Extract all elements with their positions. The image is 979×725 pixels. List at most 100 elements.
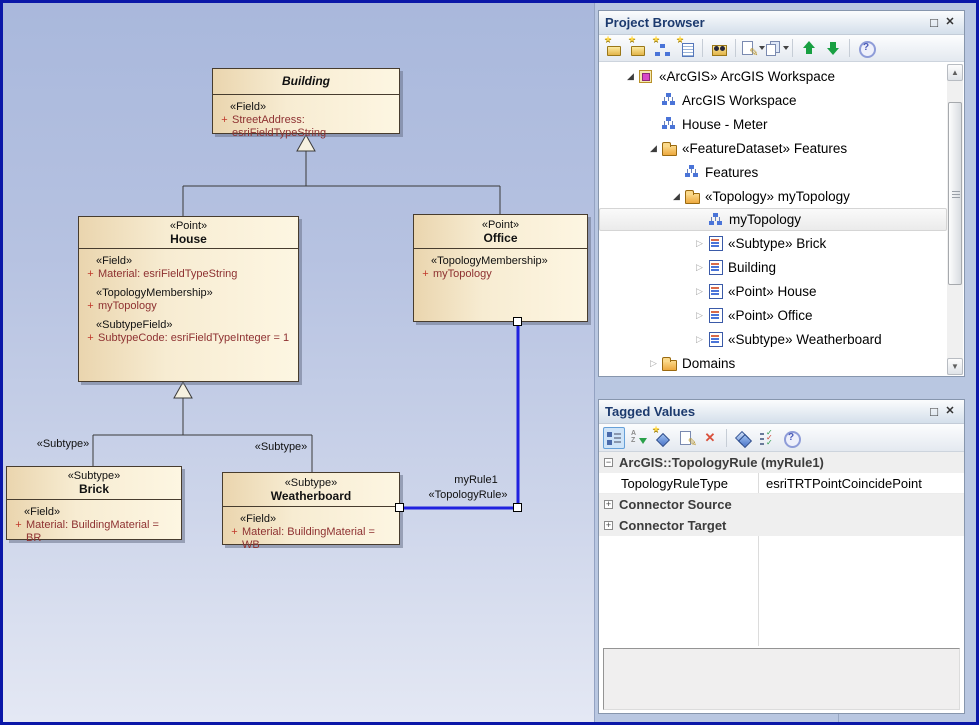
sort-az-icon	[630, 430, 646, 446]
project-tree: ◢«ArcGIS» ArcGIS WorkspaceArcGIS Workspa…	[599, 64, 947, 375]
collapsed-arrow-icon[interactable]: ▷	[692, 310, 707, 321]
tag-value[interactable]: esriTRTPointCoincidePoint	[758, 473, 964, 493]
edit-tag-button[interactable]	[675, 427, 697, 449]
close-icon[interactable]	[942, 404, 958, 420]
tag-group-arcgis-topologyrule-myrule1[interactable]: −ArcGIS::TopologyRule (myRule1)	[599, 452, 964, 473]
tree-item-arcgis-arcgis-workspace[interactable]: ◢«ArcGIS» ArcGIS Workspace	[599, 64, 947, 88]
expand-box-icon[interactable]: +	[604, 521, 613, 530]
folder-icon	[661, 140, 678, 156]
new-tag-icon	[654, 430, 670, 446]
tree-item-label: «FeatureDataset» Features	[678, 141, 847, 156]
tree-view-button[interactable]	[603, 427, 625, 449]
collapsed-arrow-icon[interactable]: ▷	[692, 334, 707, 345]
tree-item-house-meter[interactable]: House - Meter	[599, 112, 947, 136]
find-in-browser-button[interactable]	[708, 37, 730, 59]
class-box-brick[interactable]: «Subtype»Brick«Field»+Material: Building…	[6, 466, 182, 540]
class-box-weatherboard[interactable]: «Subtype»Weatherboard«Field»+Material: B…	[222, 472, 400, 545]
tree-item-point-office[interactable]: ▷«Point» Office	[599, 303, 947, 327]
tree-scrollbar[interactable]: ▲ ▼	[947, 64, 963, 375]
tags-button[interactable]	[732, 427, 754, 449]
class-icon	[707, 283, 724, 299]
tree-item-features[interactable]: Features	[599, 160, 947, 184]
copy-documents-button[interactable]	[765, 37, 787, 59]
connector-bend-handle[interactable]	[513, 503, 522, 512]
attribute-text: Material: BuildingMaterial = BR	[26, 519, 177, 545]
class-title: Building	[213, 69, 399, 95]
tree-item-label: Features	[701, 165, 758, 180]
new-package-icon	[630, 40, 646, 56]
new-model-button[interactable]	[603, 37, 625, 59]
class-stereotype: «Point»	[170, 220, 207, 233]
expanded-arrow-icon[interactable]: ◢	[646, 143, 661, 154]
visibility-marker: +	[217, 114, 232, 140]
class-box-office[interactable]: «Point»Office«TopologyMembership»+myTopo…	[413, 214, 588, 322]
attribute-line: +myTopology	[83, 300, 294, 313]
visibility-marker: +	[83, 332, 98, 345]
tree-item-domains[interactable]: ▷Domains	[599, 351, 947, 375]
collapsed-arrow-icon[interactable]: ▷	[692, 238, 707, 249]
collapsed-arrow-icon[interactable]: ▷	[692, 286, 707, 297]
checklist-button[interactable]	[756, 427, 778, 449]
attribute-group: «SubtypeField»+SubtypeCode: esriFieldTyp…	[83, 319, 294, 345]
tree-item-mytopology[interactable]: myTopology	[599, 208, 947, 231]
tree-item-subtype-weatherboard[interactable]: ▷«Subtype» Weatherboard	[599, 327, 947, 351]
tag-row-topologyruletype[interactable]: TopologyRuleTypeesriTRTPointCoincidePoin…	[599, 473, 964, 494]
toolbar-separator	[849, 39, 850, 57]
visibility-marker: +	[83, 300, 98, 313]
tree-item-building[interactable]: ▷Building	[599, 255, 947, 279]
tree-item-point-house[interactable]: ▷«Point» House	[599, 279, 947, 303]
tag-group-connector-source[interactable]: +Connector Source	[599, 494, 964, 515]
connector-label-myrule1: myRule1	[454, 474, 497, 486]
new-diagram-button[interactable]	[651, 37, 673, 59]
attribute-stereotype: «Field»	[83, 255, 294, 268]
attribute-group: «Field»+Material: esriFieldTypeString	[83, 255, 294, 281]
tag-notes-box[interactable]	[603, 648, 960, 710]
move-up-button[interactable]	[798, 37, 820, 59]
attribute-stereotype: «Field»	[227, 513, 395, 526]
sort-az-button[interactable]	[627, 427, 649, 449]
class-name: Office	[483, 232, 517, 245]
maximize-icon[interactable]	[926, 15, 942, 31]
attribute-text: myTopology	[433, 268, 492, 281]
collapse-box-icon[interactable]: −	[604, 458, 613, 467]
scroll-up-button[interactable]: ▲	[947, 64, 963, 81]
expanded-arrow-icon[interactable]: ◢	[669, 191, 684, 202]
tree-item-arcgis-workspace[interactable]: ArcGIS Workspace	[599, 88, 947, 112]
attribute-stereotype: «Field»	[217, 101, 395, 114]
application-window: Building«Field»+StreetAddress: esriField…	[0, 0, 979, 725]
new-element-icon	[678, 40, 694, 56]
toolbar-separator	[792, 39, 793, 57]
maximize-icon[interactable]	[926, 404, 942, 420]
close-icon[interactable]	[942, 15, 958, 31]
collapsed-arrow-icon[interactable]: ▷	[692, 262, 707, 273]
new-tag-button[interactable]	[651, 427, 673, 449]
panel-title: Tagged Values	[605, 404, 926, 419]
connector-endpoint-handle[interactable]	[395, 503, 404, 512]
delete-tag-button[interactable]	[699, 427, 721, 449]
class-stereotype: «Point»	[482, 219, 519, 232]
help-button[interactable]	[780, 427, 802, 449]
scrollbar-thumb[interactable]	[948, 102, 962, 285]
dropdown-caret-icon[interactable]	[783, 46, 789, 50]
connector-endpoint-handle[interactable]	[513, 317, 522, 326]
class-box-building[interactable]: Building«Field»+StreetAddress: esriField…	[212, 68, 400, 134]
diagram-icon	[708, 212, 725, 228]
help-button[interactable]	[855, 37, 877, 59]
move-down-button[interactable]	[822, 37, 844, 59]
tree-item-subtype-brick[interactable]: ▷«Subtype» Brick	[599, 231, 947, 255]
class-box-house[interactable]: «Point»House«Field»+Material: esriFieldT…	[78, 216, 299, 382]
new-element-button[interactable]	[675, 37, 697, 59]
expanded-arrow-icon[interactable]: ◢	[623, 71, 638, 82]
tree-item-featuredataset-features[interactable]: ◢ «FeatureDataset» Features	[599, 136, 947, 160]
tag-group-connector-target[interactable]: +Connector Target	[599, 515, 964, 536]
tree-item-topology-mytopology[interactable]: ◢«Topology» myTopology	[599, 184, 947, 208]
edit-document-button[interactable]	[741, 37, 763, 59]
expand-box-icon[interactable]: +	[604, 500, 613, 509]
class-stereotype: «Subtype»	[285, 477, 338, 490]
tag-name: TopologyRuleType	[599, 476, 758, 491]
find-in-browser-icon	[711, 40, 727, 56]
collapsed-arrow-icon[interactable]: ▷	[646, 358, 661, 369]
new-package-button[interactable]	[627, 37, 649, 59]
tagged-values-toolbar	[599, 424, 964, 452]
scroll-down-button[interactable]: ▼	[947, 358, 963, 375]
